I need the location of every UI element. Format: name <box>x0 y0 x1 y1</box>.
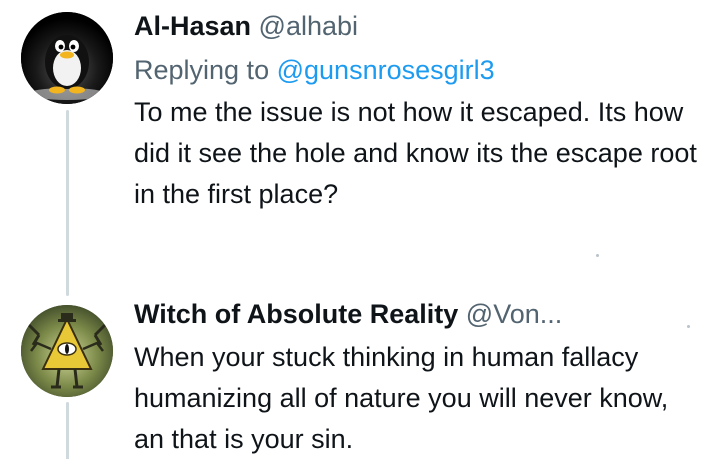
reply-thread: Al-Hasan @alhabi Replying to @gunsnroses… <box>0 0 720 459</box>
triangle-cyclops-avatar[interactable] <box>21 305 113 397</box>
user-handle[interactable]: @Von... <box>466 299 562 329</box>
tweet-text: When your stuck thinking in human fallac… <box>134 342 669 454</box>
tweet-header: Al-Hasan @alhabi <box>134 4 704 48</box>
thread-connector-line <box>66 110 69 296</box>
thread-connector-line <box>66 402 69 459</box>
tweet-content: Witch of Absolute Reality @Von... When y… <box>134 292 704 459</box>
user-handle[interactable]: @alhabi <box>259 11 358 41</box>
tweet-text: To me the issue is not how it escaped. I… <box>134 97 697 209</box>
replying-to-handle-link[interactable]: @gunsnrosesgirl3 <box>277 55 495 85</box>
penguin-avatar[interactable] <box>21 12 113 104</box>
tweet-header: Witch of Absolute Reality @Von... <box>134 292 704 336</box>
replying-to-label: Replying to <box>134 55 270 85</box>
display-name[interactable]: Al-Hasan <box>134 11 251 41</box>
separator-dot <box>596 254 599 257</box>
penguin-avatar-image <box>21 12 113 104</box>
triangle-cyclops-avatar-image <box>21 305 113 397</box>
display-name[interactable]: Witch of Absolute Reality <box>134 299 458 329</box>
tweet-content: Al-Hasan @alhabi Replying to @gunsnroses… <box>134 4 704 215</box>
replying-to-line: Replying to @gunsnrosesgirl3 <box>134 48 704 92</box>
